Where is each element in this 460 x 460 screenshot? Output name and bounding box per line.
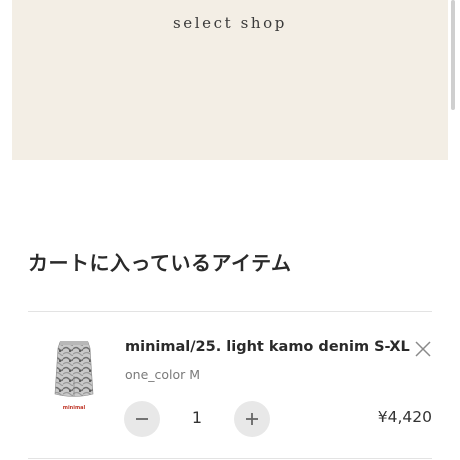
increase-quantity-button[interactable] <box>234 401 270 437</box>
cart-heading: カートに入っているアイテム <box>28 251 292 275</box>
minus-icon <box>136 418 148 420</box>
decrease-quantity-button[interactable] <box>124 401 160 437</box>
brand-logo-text: minimal <box>63 405 86 411</box>
close-icon <box>415 341 431 357</box>
divider <box>28 311 432 312</box>
divider <box>28 458 432 459</box>
scrollbar[interactable] <box>451 0 455 110</box>
banner-title: select shop <box>172 14 288 32</box>
brand-logo-icon: minimal <box>63 405 86 411</box>
product-thumbnail[interactable]: minimal <box>43 336 105 414</box>
plus-icon <box>246 413 258 425</box>
item-name[interactable]: minimal/25. light kamo denim S-XL <box>125 339 410 355</box>
quantity-value: 1 <box>191 408 203 427</box>
cart-page: select shop カートに入っているアイテム minimal minima… <box>0 0 460 460</box>
item-price: ¥4,420 <box>377 408 432 426</box>
item-variant: one_color M <box>125 367 201 382</box>
remove-item-button[interactable] <box>412 338 434 360</box>
shop-banner[interactable]: select shop <box>12 0 448 160</box>
